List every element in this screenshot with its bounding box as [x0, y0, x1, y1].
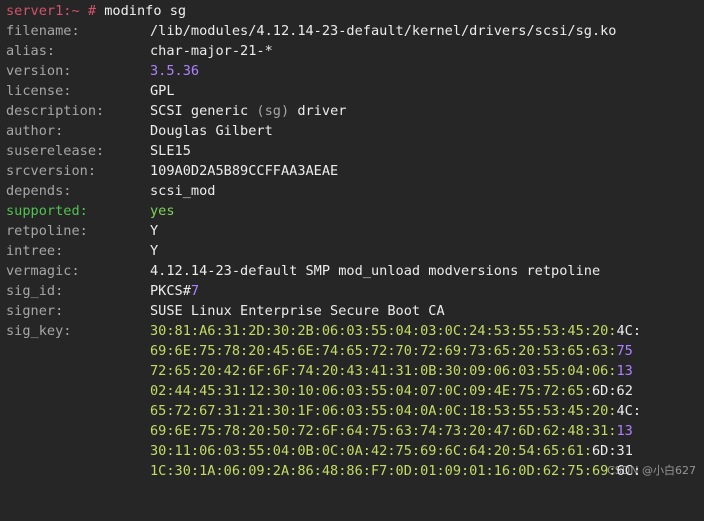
field-key: vermagic: — [6, 263, 80, 279]
field-value: 4.12.14-23-default SMP mod_unload modver… — [150, 263, 601, 279]
description-highlight: (sg) — [256, 103, 290, 119]
hex-bytes: 30:81:A6:31:2D:30:2B:06:03:55:04:03:0C:2… — [150, 323, 617, 339]
field-author: author: Douglas Gilbert — [0, 121, 704, 141]
hex-bytes: 65:72:67:31:21:30:1F:06:03:55:04:0A:0C:1… — [150, 403, 617, 419]
hex-bytes: 72:65:20:42:6F:6F:74:20:43:41:31:0B:30:0… — [150, 363, 617, 379]
sig-key-line: 69:6E:75:78:20:50:72:6F:64:75:63:74:73:2… — [150, 421, 633, 441]
hex-bytes: 02:44:45:31:12:30:10:06:03:55:04:07:0C:0… — [150, 383, 592, 399]
field-suserelease: suserelease: SLE15 — [0, 141, 704, 161]
field-value: SCSI generic (sg) driver — [150, 101, 346, 121]
prompt-host: server1:~ — [6, 3, 80, 19]
field-value: char-major-21-* — [150, 43, 273, 59]
watermark: CSDN @小白627 — [607, 464, 696, 477]
sig-key-line: 69:6E:75:78:20:45:6E:74:65:72:70:72:69:7… — [150, 341, 633, 361]
sig-id-number: 7 — [190, 283, 200, 299]
field-retpoline: retpoline: Y — [0, 221, 704, 241]
field-value: GPL — [150, 83, 175, 99]
hex-bytes: 69:6E:75:78:20:50:72:6F:64:75:63:74:73:2… — [150, 423, 617, 439]
hex-bytes-end: 6D:31 — [591, 443, 633, 459]
field-sig-id: sig_id: PKCS#7 — [0, 281, 704, 301]
field-key: license: — [6, 83, 72, 99]
field-filename: filename: /lib/modules/4.12.14-23-defaul… — [0, 21, 704, 41]
field-value: 3.5.36 — [150, 63, 200, 79]
field-key: author: — [6, 123, 64, 139]
hex-bytes-end: 4C: — [616, 323, 642, 339]
sig-key-continuation: 69:6E:75:78:20:45:6E:74:65:72:70:72:69:7… — [0, 341, 704, 361]
hex-bytes-end: 13 — [616, 423, 633, 439]
field-key: retpoline: — [6, 223, 88, 239]
sig-id-text: PKCS# — [150, 283, 191, 299]
field-value: Douglas Gilbert — [150, 123, 273, 139]
field-version: version: 3.5.36 — [0, 61, 704, 81]
field-value: 109A0D2A5B89CCFFAA3AEAE — [150, 163, 339, 179]
field-signer: signer: SUSE Linux Enterprise Secure Boo… — [0, 301, 704, 321]
field-value: /lib/modules/4.12.14-23-default/kernel/d… — [150, 23, 617, 39]
field-value: Y — [150, 223, 159, 239]
command-text: modinfo sg — [104, 3, 187, 19]
field-value: SLE15 — [150, 143, 191, 159]
sig-key-continuation: 02:44:45:31:12:30:10:06:03:55:04:07:0C:0… — [0, 381, 704, 401]
hex-bytes-end: 13 — [616, 363, 633, 379]
sig-key-line: 65:72:67:31:21:30:1F:06:03:55:04:0A:0C:1… — [150, 401, 641, 421]
field-key: suserelease: — [6, 143, 105, 159]
hex-bytes: 69:6E:75:78:20:45:6E:74:65:72:70:72:69:7… — [150, 343, 617, 359]
field-sig-key: sig_key: 30:81:A6:31:2D:30:2B:06:03:55:0… — [0, 321, 704, 341]
prompt-symbol: # — [87, 3, 97, 19]
terminal-window[interactable]: server1:~ # modinfo sg filename: /lib/mo… — [0, 0, 704, 485]
field-intree: intree: Y — [0, 241, 704, 261]
field-alias: alias: char-major-21-* — [0, 41, 704, 61]
field-value: PKCS#7 — [150, 281, 199, 301]
hex-bytes-end: 4C: — [616, 403, 642, 419]
description-text-end: driver — [289, 103, 347, 119]
sig-key-line: 30:81:A6:31:2D:30:2B:06:03:55:04:03:0C:2… — [150, 321, 641, 341]
field-key: depends: — [6, 183, 72, 199]
field-key: srcversion: — [6, 163, 97, 179]
field-vermagic: vermagic: 4.12.14-23-default SMP mod_unl… — [0, 261, 704, 281]
hex-bytes-end: 75 — [616, 343, 633, 359]
sig-key-line: 30:11:06:03:55:04:0B:0C:0A:42:75:69:6C:6… — [150, 441, 633, 461]
description-text: SCSI generic — [150, 103, 257, 119]
sig-key-continuation: 69:6E:75:78:20:50:72:6F:64:75:63:74:73:2… — [0, 421, 704, 441]
field-value: Y — [150, 243, 159, 259]
hex-bytes: 1C:30:1A:06:09:2A:86:48:86:F7:0D:01:09:0… — [150, 463, 617, 479]
field-value: SUSE Linux Enterprise Secure Boot CA — [150, 303, 445, 319]
field-supported: supported: yes — [0, 201, 704, 221]
sig-key-continuation: 72:65:20:42:6F:6F:74:20:43:41:31:0B:30:0… — [0, 361, 704, 381]
field-value: scsi_mod — [150, 183, 216, 199]
field-key: version: — [6, 63, 72, 79]
field-key: alias: — [6, 43, 56, 59]
field-key: filename: — [6, 23, 80, 39]
hex-bytes: 30:11:06:03:55:04:0B:0C:0A:42:75:69:6C:6… — [150, 443, 592, 459]
sig-key-line: 72:65:20:42:6F:6F:74:20:43:41:31:0B:30:0… — [150, 361, 633, 381]
hex-bytes-end: 6D:62 — [591, 383, 633, 399]
sig-key-continuation: 1C:30:1A:06:09:2A:86:48:86:F7:0D:01:09:0… — [0, 461, 704, 481]
shell-prompt-line: server1:~ # modinfo sg — [0, 1, 704, 21]
field-value: yes — [150, 203, 175, 219]
sig-key-continuation: 65:72:67:31:21:30:1F:06:03:55:04:0A:0C:1… — [0, 401, 704, 421]
field-description: description: SCSI generic (sg) driver — [0, 101, 704, 121]
sig-key-line: 02:44:45:31:12:30:10:06:03:55:04:07:0C:0… — [150, 381, 633, 401]
sig-key-line: 1C:30:1A:06:09:2A:86:48:86:F7:0D:01:09:0… — [150, 461, 641, 481]
field-key: sig_id: — [6, 283, 64, 299]
field-depends: depends: scsi_mod — [0, 181, 704, 201]
field-srcversion: srcversion: 109A0D2A5B89CCFFAA3AEAE — [0, 161, 704, 181]
field-key: sig_key: — [6, 323, 72, 339]
field-license: license: GPL — [0, 81, 704, 101]
field-key: signer: — [6, 303, 64, 319]
field-key: supported: — [6, 203, 88, 219]
field-key: description: — [6, 103, 105, 119]
sig-key-continuation: 30:11:06:03:55:04:0B:0C:0A:42:75:69:6C:6… — [0, 441, 704, 461]
field-key: intree: — [6, 243, 64, 259]
